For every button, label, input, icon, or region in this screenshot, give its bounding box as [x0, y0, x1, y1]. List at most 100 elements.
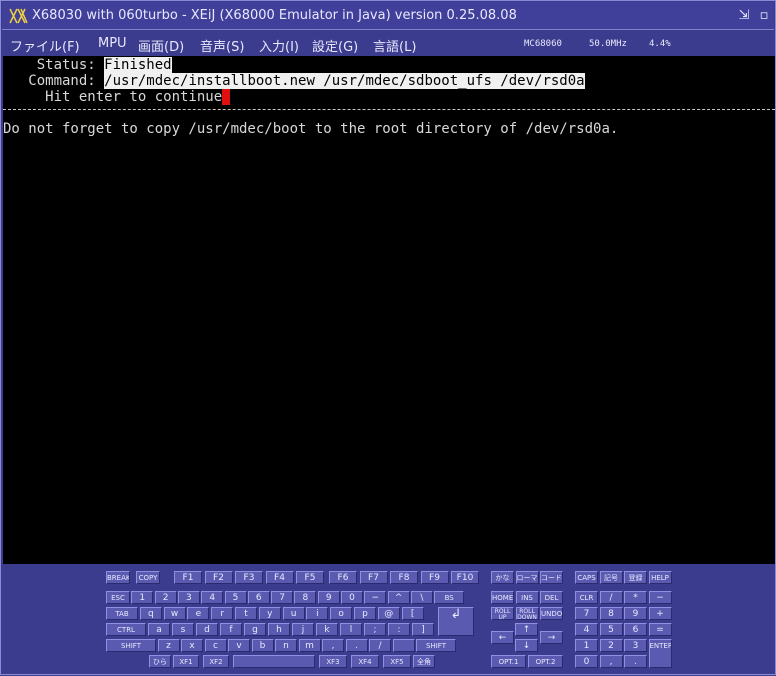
key-r1-12[interactable]: ^	[387, 591, 410, 604]
key-r4-8[interactable]: ,	[322, 639, 344, 652]
key-f9[interactable]: F9	[420, 571, 449, 584]
key-return[interactable]: ↲	[438, 607, 474, 636]
key-roll-down[interactable]: ROLL DOWN	[515, 607, 539, 620]
key-r3-11[interactable]: :	[388, 623, 410, 636]
key-t[interactable]: t	[235, 607, 257, 620]
key-8[interactable]: 8	[294, 591, 317, 604]
key-f4[interactable]: F4	[265, 571, 294, 584]
key-np-2[interactable]: 2	[599, 639, 623, 652]
title-bar[interactable]: X68030 with 060turbo - XEiJ (X68000 Emul…	[2, 2, 774, 30]
key-home[interactable]: HOME	[491, 591, 514, 604]
key-f8[interactable]: F8	[390, 571, 418, 584]
key-v[interactable]: v	[228, 639, 250, 652]
key-xf4[interactable]: XF4	[351, 655, 379, 668]
key-romaji[interactable]: ローマ	[515, 571, 539, 584]
key-tab[interactable]: TAB	[106, 607, 138, 620]
key-clr[interactable]: CLR	[575, 591, 598, 604]
key-f5[interactable]: F5	[296, 571, 324, 584]
key-np-5[interactable]: 5	[599, 623, 623, 636]
key-0[interactable]: 0	[341, 591, 363, 604]
menu-screen[interactable]: 画面(D)	[138, 36, 184, 55]
key-np-period[interactable]: .	[624, 655, 647, 668]
key-xf5[interactable]: XF5	[383, 655, 411, 668]
key-k[interactable]: k	[316, 623, 338, 636]
key-b[interactable]: b	[251, 639, 274, 652]
key-arrow-left[interactable]: ←	[491, 631, 514, 644]
key-f1[interactable]: F1	[174, 571, 202, 584]
key-n[interactable]: n	[275, 639, 297, 652]
key-u[interactable]: u	[282, 607, 305, 620]
key-code[interactable]: コード	[540, 571, 563, 584]
key-del[interactable]: DEL	[540, 591, 563, 604]
key-w[interactable]: w	[163, 607, 186, 620]
menu-file[interactable]: ファイル(F)	[10, 36, 80, 55]
key-hira[interactable]: ひら	[149, 655, 171, 668]
key-r3-12[interactable]: ]	[412, 623, 434, 636]
key-ctrl[interactable]: CTRL	[106, 623, 146, 636]
key-5[interactable]: 5	[224, 591, 247, 604]
menu-settings[interactable]: 設定(G)	[312, 36, 358, 55]
key-r4-10[interactable]: /	[369, 639, 391, 652]
key-np-4[interactable]: 4	[575, 623, 598, 636]
key-r4-11[interactable]	[392, 639, 415, 652]
key-a[interactable]: a	[148, 623, 170, 636]
key-undo[interactable]: UNDO	[540, 607, 563, 620]
key-c[interactable]: c	[204, 639, 227, 652]
key-2[interactable]: 2	[154, 591, 177, 604]
key-np-enter[interactable]: ENTER	[648, 639, 672, 668]
key-r4-9[interactable]: .	[345, 639, 368, 652]
key-opt2[interactable]: OPT.2	[528, 655, 563, 668]
key-s[interactable]: s	[172, 623, 194, 636]
key-9[interactable]: 9	[317, 591, 340, 604]
key-np-9[interactable]: 9	[624, 607, 647, 620]
key-kana[interactable]: かな	[491, 571, 514, 584]
key-np-slash[interactable]: /	[599, 591, 623, 604]
emulator-screen[interactable]: Status: Finished Command: /usr/mdec/inst…	[3, 56, 775, 564]
key-r1-11[interactable]: −	[364, 591, 387, 604]
key-3[interactable]: 3	[177, 591, 200, 604]
key-p[interactable]: p	[354, 607, 376, 620]
key-esc[interactable]: ESC	[106, 591, 130, 604]
key-kigou[interactable]: 記号	[599, 571, 623, 584]
key-np-7[interactable]: 7	[575, 607, 598, 620]
key-copy[interactable]: COPY	[136, 571, 160, 584]
key-caps[interactable]: CAPS	[575, 571, 598, 584]
key-np-1[interactable]: 1	[575, 639, 598, 652]
key-f3[interactable]: F3	[235, 571, 263, 584]
key-help[interactable]: HELP	[648, 571, 672, 584]
menu-sound[interactable]: 音声(S)	[200, 36, 244, 55]
key-np-0[interactable]: 0	[575, 655, 598, 668]
key-space[interactable]	[233, 655, 315, 668]
key-np-minus[interactable]: −	[648, 591, 672, 604]
key-r2-12[interactable]: [	[401, 607, 424, 620]
key-r3-10[interactable]: ;	[364, 623, 386, 636]
restore-icon[interactable]: ⇲	[736, 8, 752, 24]
key-touroku[interactable]: 登録	[624, 571, 647, 584]
key-arrow-right[interactable]: →	[540, 631, 563, 644]
key-opt1[interactable]: OPT.1	[491, 655, 526, 668]
key-xf1[interactable]: XF1	[173, 655, 199, 668]
key-h[interactable]: h	[268, 623, 290, 636]
key-d[interactable]: d	[196, 623, 218, 636]
key-r[interactable]: r	[211, 607, 234, 620]
key-z[interactable]: z	[157, 639, 180, 652]
key-np-equal[interactable]: =	[648, 623, 672, 636]
key-r2-11[interactable]: @	[377, 607, 400, 620]
key-shift[interactable]: SHIFT	[416, 639, 456, 652]
key-np-3[interactable]: 3	[624, 639, 647, 652]
key-4[interactable]: 4	[201, 591, 224, 604]
key-j[interactable]: j	[292, 623, 314, 636]
key-1[interactable]: 1	[131, 591, 154, 604]
key-e[interactable]: e	[187, 607, 210, 620]
key-f7[interactable]: F7	[359, 571, 388, 584]
key-break[interactable]: BREAK	[106, 571, 130, 584]
key-shift[interactable]: SHIFT	[106, 639, 156, 652]
key-f[interactable]: f	[220, 623, 242, 636]
key-hira[interactable]: 全角	[413, 655, 435, 668]
menu-input[interactable]: 入力(I)	[259, 36, 299, 55]
key-f6[interactable]: F6	[329, 571, 357, 584]
key-arrow-down[interactable]: ↓	[515, 639, 538, 652]
key-xf2[interactable]: XF2	[203, 655, 229, 668]
key-f2[interactable]: F2	[204, 571, 233, 584]
key-o[interactable]: o	[330, 607, 353, 620]
